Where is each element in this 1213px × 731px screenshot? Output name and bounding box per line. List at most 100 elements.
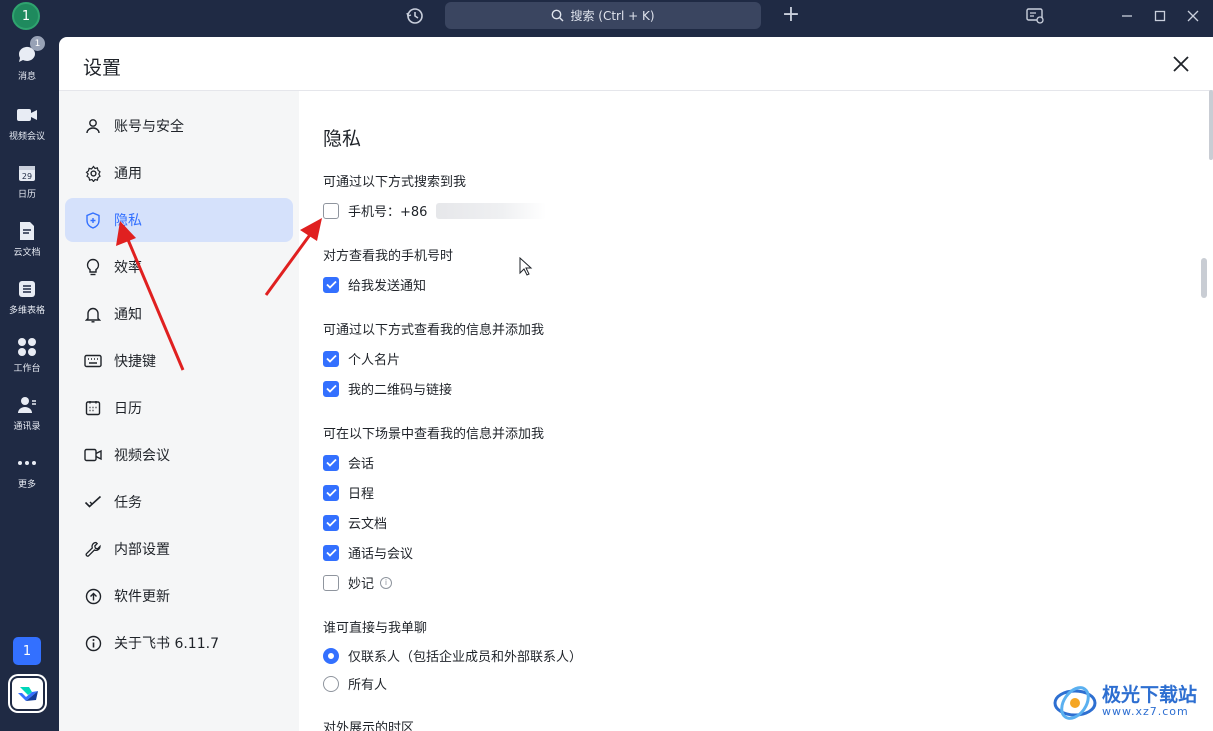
option-label: 个人名片 (348, 353, 401, 368)
watermark-url: www.xz7.com (1102, 704, 1189, 718)
nav-item-account-security[interactable]: 账号与安全 (65, 104, 293, 148)
section-direct-chat: 谁可直接与我单聊 (323, 621, 428, 636)
rail-label: 更多 (17, 480, 36, 490)
option-calls-meetings[interactable]: 通话与会议 (323, 543, 413, 562)
masked-phone-number (436, 202, 547, 219)
rail-label: 工作台 (13, 364, 41, 374)
rail-item-video[interactable]: 视频会议 (0, 104, 54, 154)
app-rail: 1 消息 视频会议 29 日历 云文档 多维表格 工作台 通讯录 更多 1 (0, 32, 59, 731)
option-label: 云文档 (348, 517, 388, 532)
section-timezone: 对外展示的时区 (323, 721, 415, 731)
checkbox-checked[interactable] (323, 350, 339, 367)
nav-item-video-meeting[interactable]: 视频会议 (65, 433, 293, 477)
announcement-icon[interactable] (1024, 5, 1046, 27)
radio-selected[interactable] (323, 647, 339, 664)
option-label: 给我发送通知 (348, 279, 427, 294)
checkbox[interactable] (323, 574, 339, 591)
option-qr-code[interactable]: 我的二维码与链接 (323, 379, 452, 398)
section-search-me: 可通过以下方式搜索到我 (323, 175, 467, 190)
option-label: 通话与会议 (348, 547, 414, 562)
rail-item-calendar[interactable]: 29 日历 (0, 162, 54, 212)
global-search-box[interactable]: 搜索 (Ctrl + K) (445, 2, 761, 29)
unread-badge: 1 (30, 36, 45, 51)
option-cloud-docs[interactable]: 云文档 (323, 513, 387, 532)
nav-item-software-update[interactable]: 软件更新 (65, 574, 293, 618)
workbench-icon (16, 336, 38, 358)
rail-item-more[interactable]: 更多 (0, 452, 54, 502)
keyboard-icon (84, 352, 102, 370)
gear-icon (84, 164, 102, 182)
option-schedule[interactable]: 日程 (323, 483, 374, 502)
bell-icon (84, 305, 102, 323)
task-icon (84, 493, 102, 511)
rail-item-workbench[interactable]: 工作台 (0, 336, 54, 386)
radio[interactable] (323, 675, 339, 692)
option-everyone[interactable]: 所有人 (323, 674, 387, 693)
rail-item-cloud-docs[interactable]: 云文档 (0, 220, 54, 270)
search-icon (552, 9, 564, 22)
more-icon (16, 452, 38, 474)
nav-item-shortcuts[interactable]: 快捷键 (65, 339, 293, 383)
option-label: 仅联系人（包括企业成员和外部联系人） (348, 650, 583, 665)
checkbox-checked[interactable] (323, 514, 339, 531)
minimize-button[interactable] (1116, 5, 1138, 27)
option-notify[interactable]: 给我发送通知 (323, 275, 426, 294)
checkbox-checked[interactable] (323, 544, 339, 561)
new-tab-button[interactable]: + (781, 4, 801, 27)
settings-nav: 账号与安全 通用 隐私 效率 通知 快捷键 日历 视频会议 任务 内部设置 软件… (59, 91, 299, 731)
table-icon (16, 278, 38, 300)
search-placeholder: 搜索 (Ctrl + K) (570, 9, 655, 23)
checkbox-checked[interactable] (323, 454, 339, 471)
checkbox-checked[interactable] (323, 380, 339, 397)
option-minutes[interactable]: 妙记 i (323, 573, 393, 592)
nav-item-calendar[interactable]: 日历 (65, 386, 293, 430)
nav-item-notifications[interactable]: 通知 (65, 292, 293, 336)
close-icon[interactable] (1170, 53, 1192, 75)
rail-item-bitable[interactable]: 多维表格 (0, 278, 54, 328)
nav-item-efficiency[interactable]: 效率 (65, 245, 293, 289)
rail-label: 通讯录 (13, 422, 41, 432)
rail-item-messages[interactable]: 1 消息 (0, 36, 54, 94)
option-business-card[interactable]: 个人名片 (323, 349, 400, 368)
maximize-button[interactable] (1149, 5, 1171, 27)
checkbox-checked[interactable] (323, 276, 339, 293)
user-icon (84, 117, 102, 135)
video-icon (84, 446, 102, 464)
outer-scrollbar[interactable] (1209, 90, 1213, 160)
nav-label: 任务 (114, 495, 142, 511)
privacy-panel: 隐私 可通过以下方式搜索到我 手机号：+86 对方查看我的手机号时 给我发送通知… (299, 91, 1213, 731)
svg-text:29: 29 (22, 172, 32, 181)
nav-item-about[interactable]: 关于飞书 6.11.7 (65, 621, 293, 665)
option-label: 妙记 (348, 577, 375, 592)
nav-label: 通用 (114, 166, 142, 182)
option-contacts-only[interactable]: 仅联系人（包括企业成员和外部联系人） (323, 646, 582, 665)
settings-title: 设置 (83, 57, 122, 79)
nav-label: 关于飞书 6.11.7 (114, 636, 219, 652)
nav-item-tasks[interactable]: 任务 (65, 480, 293, 524)
option-label: 日程 (348, 487, 375, 502)
nav-item-internal-settings[interactable]: 内部设置 (65, 527, 293, 571)
mouse-cursor-icon (519, 257, 533, 276)
feishu-app-icon[interactable] (10, 676, 45, 711)
nav-item-general[interactable]: 通用 (65, 151, 293, 195)
option-phone-search[interactable]: 手机号：+86 (323, 201, 547, 220)
checkbox[interactable] (323, 202, 339, 219)
upload-icon (84, 587, 102, 605)
option-label: 我的二维码与链接 (348, 383, 453, 398)
option-chat[interactable]: 会话 (323, 453, 374, 472)
rail-label: 消息 (17, 72, 36, 82)
contacts-icon (16, 394, 38, 416)
scrollbar-thumb[interactable] (1201, 258, 1207, 298)
user-avatar[interactable]: 1 (12, 2, 40, 30)
calendar-icon (84, 399, 102, 417)
window-close-button[interactable] (1182, 5, 1204, 27)
video-icon (16, 104, 38, 126)
nav-item-privacy[interactable]: 隐私 (65, 198, 293, 242)
rail-item-contacts[interactable]: 通讯录 (0, 394, 54, 444)
history-icon[interactable] (404, 5, 426, 27)
option-label: 会话 (348, 457, 375, 472)
user-switch-button[interactable]: 1 (13, 637, 41, 665)
info-icon[interactable]: i (380, 576, 393, 589)
section-view-phone: 对方查看我的手机号时 (323, 249, 454, 264)
checkbox-checked[interactable] (323, 484, 339, 501)
